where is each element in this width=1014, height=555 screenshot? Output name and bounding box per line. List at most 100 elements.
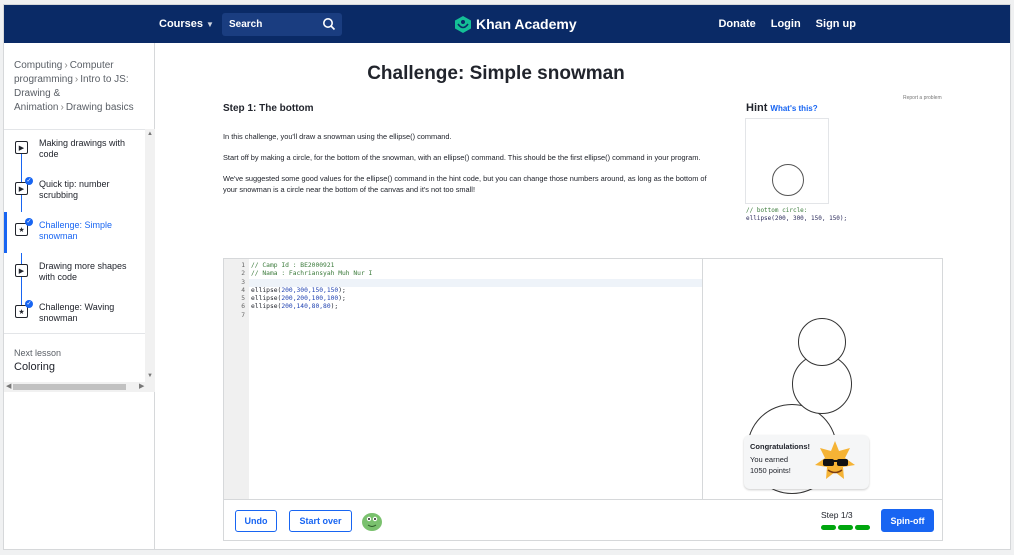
chevron-down-icon: ▼ [206, 20, 214, 29]
check-icon: ✓ [25, 300, 33, 308]
sidebar-vertical-scrollbar[interactable]: ▲ ▼ [145, 129, 155, 384]
courses-menu[interactable]: Courses ▼ [159, 18, 214, 30]
hint-comment: // bottom circle: [746, 207, 808, 214]
play-icon: ▶ [15, 264, 28, 277]
sidebar-item-simple-snowman[interactable]: ★ ✓ Challenge: Simple snowman [4, 212, 145, 253]
congrats-points: 1050 points! [750, 466, 791, 475]
search-placeholder: Search [229, 19, 263, 30]
whats-this-link[interactable]: What's this? [770, 104, 817, 113]
check-icon: ✓ [25, 218, 33, 226]
courses-label: Courses [159, 18, 204, 30]
editor-toolbar: Undo Start over Step 1/3 Spin-off [224, 499, 942, 540]
scroll-left-arrow-icon[interactable]: ◀ [6, 382, 11, 390]
scroll-down-arrow-icon[interactable]: ▼ [147, 373, 153, 379]
donate-link[interactable]: Donate [718, 18, 755, 30]
progress-segment [821, 525, 836, 530]
lesson-list: ▶ Making drawings with code ▶ ✓ Quick ti… [4, 129, 145, 335]
step-progress [821, 525, 870, 530]
line-number: 2 [241, 270, 245, 278]
code-args: 200,140,80,80 [281, 303, 331, 311]
hint-title: Hint [746, 102, 768, 114]
sidebar-item-label: Drawing more shapes with code [39, 261, 127, 282]
progress-segment [838, 525, 853, 530]
sidebar-item-more-shapes[interactable]: ▶ Drawing more shapes with code [4, 253, 145, 294]
code-line: ellipse(200,140,80,80); [251, 303, 372, 311]
line-number: 3 [241, 278, 245, 286]
khan-academy-logo[interactable]: Khan Academy [455, 14, 577, 34]
scroll-right-arrow-icon[interactable]: ▶ [139, 382, 144, 390]
sidebar-item-quick-tip[interactable]: ▶ ✓ Quick tip: number scrubbing [4, 171, 145, 212]
sunglasses-avatar-icon [815, 441, 855, 479]
description-paragraph: We've suggested some good values for the… [223, 174, 707, 194]
line-number: 4 [241, 286, 245, 294]
undo-button[interactable]: Undo [235, 510, 277, 532]
congrats-title: Congratulations! [750, 442, 810, 451]
check-icon: ✓ [25, 177, 33, 185]
sidebar-item-making-drawings[interactable]: ▶ Making drawings with code [4, 130, 145, 171]
scroll-up-arrow-icon[interactable]: ▲ [147, 131, 153, 137]
code-line: // Camp Id : BE2000921 [251, 262, 335, 269]
page-title: Challenge: Simple snowman [367, 63, 625, 84]
code-function: ellipse( [251, 295, 282, 303]
account-links: Donate Login Sign up [718, 18, 856, 30]
hint-heading: Hint What's this? [746, 102, 818, 114]
app-frame: Courses ▼ Search Khan Academy Donate Logi… [3, 4, 1011, 550]
sidebar-item-label: Challenge: Simple snowman [39, 220, 113, 241]
progress-segment [855, 525, 870, 530]
sidebar-item-label: Quick tip: number scrubbing [39, 179, 110, 200]
next-lesson[interactable]: Next lesson Coloring [4, 333, 145, 373]
code-end: ); [330, 303, 339, 311]
scroll-thumb[interactable] [13, 384, 126, 390]
line-number: 1 [241, 262, 245, 269]
line-number: 5 [241, 295, 245, 303]
sidebar-horizontal-scrollbar[interactable]: ◀ ▶ [4, 382, 155, 392]
start-over-button[interactable]: Start over [289, 510, 352, 532]
code-args: 200,200,100,100 [281, 295, 339, 303]
chevron-right-icon: › [60, 102, 64, 113]
code-line: ellipse(200,300,150,150); [251, 287, 372, 295]
next-lesson-label: Next lesson [14, 348, 62, 358]
logo-text: Khan Academy [476, 16, 577, 32]
challenge-description: In this challenge, you'll draw a snowman… [223, 131, 723, 205]
code-args: 200,300,150,150 [281, 286, 339, 294]
congrats-message: You earned 1050 points! [750, 454, 810, 476]
top-nav: Courses ▼ Search Khan Academy Donate Logi… [4, 5, 1010, 43]
congrats-toast: Congratulations! You earned 1050 points! [744, 435, 869, 489]
search-icon[interactable] [322, 17, 336, 31]
line-number: 6 [241, 303, 245, 311]
snowman-head [798, 318, 846, 366]
code-line: // Nama : Fachriansyah Muh Nur I [251, 270, 373, 278]
search-input[interactable]: Search [222, 13, 342, 36]
sidebar-item-label: Challenge: Waving snowman [39, 302, 115, 323]
breadcrumb: Computing › Computer programming › Intro to … [14, 59, 139, 115]
hint-code: // bottom circle: ellipse(200, 300, 150,… [746, 207, 847, 223]
hint-circle [772, 164, 804, 196]
code-end: ); [338, 286, 346, 294]
blob-character-icon [362, 513, 382, 531]
code-line: ellipse(200,200,100,100); [251, 295, 372, 303]
code-function: ellipse( [251, 286, 282, 294]
code-end: ); [338, 295, 346, 303]
hint-code-line: ellipse(200, 300, 150, 150); [746, 215, 848, 222]
code-text-area[interactable]: // Camp Id : BE2000921 // Nama : Fachria… [251, 262, 372, 320]
lesson-sidebar: Computing › Computer programming › Intro to … [4, 43, 155, 549]
description-paragraph: In this challenge, you'll draw a snowman… [223, 132, 452, 141]
report-problem-link[interactable]: Report a problem [903, 95, 942, 101]
breadcrumb-drawing-basics[interactable]: Drawing basics [66, 102, 134, 113]
play-icon: ▶ [15, 141, 28, 154]
line-gutter: 1 2 3 4 5 6 7 [224, 259, 249, 499]
breadcrumb-computing[interactable]: Computing [14, 60, 62, 71]
step-counter: Step 1/3 [821, 510, 853, 520]
spin-off-button[interactable]: Spin-off [881, 509, 934, 532]
login-link[interactable]: Login [771, 18, 801, 30]
sidebar-item-label: Making drawings with code [39, 138, 126, 159]
chevron-right-icon: › [74, 74, 79, 85]
sidebar-item-waving-snowman[interactable]: ★ ✓ Challenge: Waving snowman [4, 294, 145, 335]
line-number: 7 [241, 311, 245, 319]
hint-preview [745, 118, 829, 204]
signup-link[interactable]: Sign up [816, 18, 856, 30]
step-title: Step 1: The bottom [223, 103, 314, 114]
description-paragraph: Start off by making a circle, for the bo… [223, 153, 701, 162]
